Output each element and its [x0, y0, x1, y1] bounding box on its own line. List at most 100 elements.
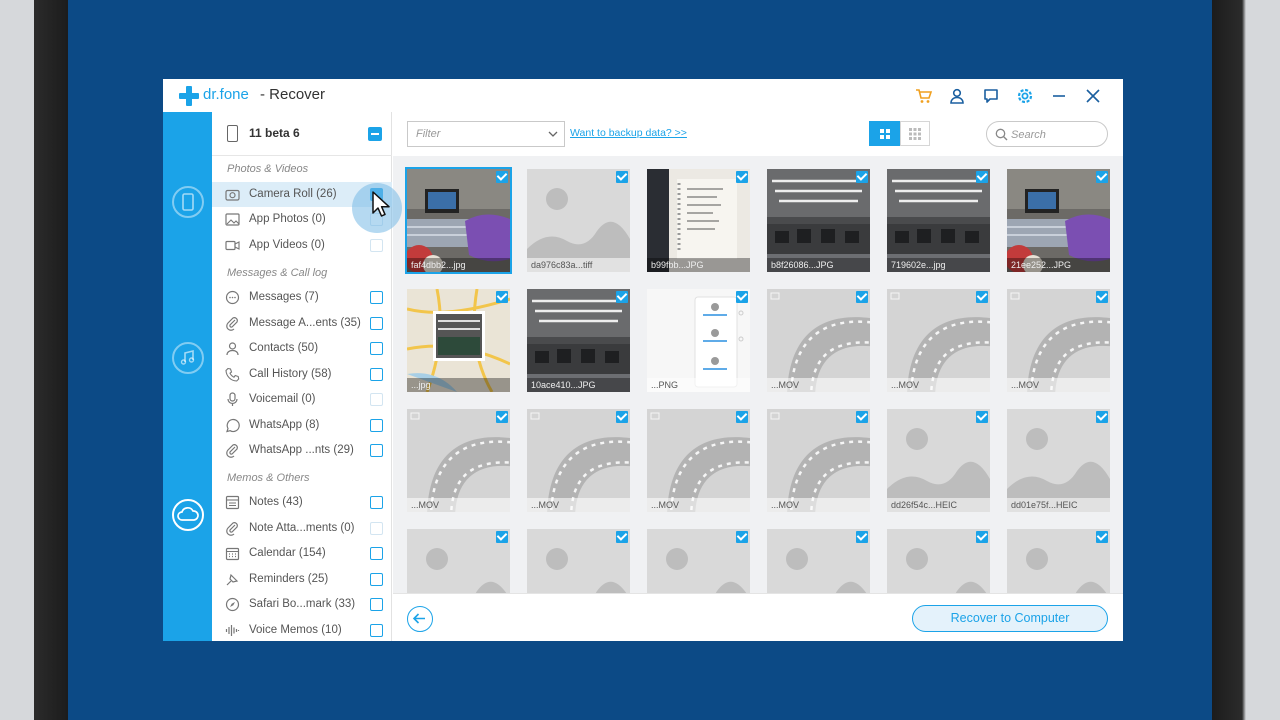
select-all-checkbox[interactable] — [368, 127, 382, 141]
thumbnail-checkbox[interactable] — [616, 411, 628, 423]
sidebar-item-app-videos[interactable]: App Videos (0) — [212, 233, 392, 258]
recover-from-device-icon[interactable] — [172, 186, 204, 218]
settings-icon[interactable] — [1015, 86, 1035, 106]
sidebar-item-voice-memos[interactable]: Voice Memos (10) — [212, 618, 392, 641]
recover-from-icloud-icon[interactable] — [172, 499, 204, 531]
video-thumbnail[interactable]: ...MOV — [407, 409, 510, 512]
thumbnail-checkbox[interactable] — [976, 171, 988, 183]
recover-to-computer-button[interactable]: Recover to Computer — [912, 605, 1108, 632]
thumbnail-checkbox[interactable] — [616, 171, 628, 183]
voicemail-checkbox[interactable] — [370, 393, 383, 406]
thumbnail-checkbox[interactable] — [856, 531, 868, 543]
paperclip-icon — [226, 444, 238, 458]
backup-link[interactable]: Want to backup data? >> — [570, 127, 687, 139]
photo-thumbnail[interactable]: b8f26086...JPG — [767, 169, 870, 272]
mouse-pointer-icon — [372, 191, 390, 217]
photo-thumbnail[interactable]: b99fbb...JPG — [647, 169, 750, 272]
photo-thumbnail[interactable] — [647, 529, 750, 593]
messages-checkbox[interactable] — [370, 291, 383, 304]
sidebar-item-note-attachments[interactable]: Note Atta...ments (0) — [212, 516, 392, 541]
photo-thumbnail[interactable] — [767, 529, 870, 593]
sidebar-item-safari-bookmark[interactable]: Safari Bo...mark (33) — [212, 592, 392, 617]
drfone-logo-icon — [179, 86, 199, 106]
calendar-checkbox[interactable] — [370, 547, 383, 560]
thumbnail-checkbox[interactable] — [736, 291, 748, 303]
sidebar-item-contacts[interactable]: Contacts (50) — [212, 336, 392, 361]
video-thumbnail[interactable]: ...MOV — [887, 289, 990, 392]
sidebar-item-calendar[interactable]: Calendar (154) — [212, 541, 392, 566]
photo-thumbnail[interactable]: faf4dbb2...jpg — [405, 167, 512, 274]
back-button[interactable] — [407, 606, 433, 632]
photo-thumbnail[interactable] — [407, 529, 510, 593]
recover-from-itunes-icon[interactable] — [172, 342, 204, 374]
thumbnail-checkbox[interactable] — [736, 171, 748, 183]
search-input[interactable] — [1011, 127, 1101, 142]
sidebar-item-message-attachments[interactable]: Message A...ents (35) — [212, 311, 392, 336]
filter-dropdown[interactable]: Filter — [407, 121, 565, 147]
photo-thumbnail[interactable]: 10ace410...JPG — [527, 289, 630, 392]
thumbnail-checkbox[interactable] — [616, 531, 628, 543]
photo-thumbnail[interactable]: da976c83a...tiff — [527, 169, 630, 272]
device-row: 11 beta 6 — [212, 112, 392, 156]
cart-icon[interactable] — [914, 86, 934, 106]
thumbnail-checkbox[interactable] — [1096, 171, 1108, 183]
reminders-checkbox[interactable] — [370, 573, 383, 586]
photo-thumbnail[interactable]: ...jpg — [407, 289, 510, 392]
photo-thumbnail[interactable]: 21ee252...JPG — [1007, 169, 1110, 272]
whatsapp-checkbox[interactable] — [370, 419, 383, 432]
thumbnail-checkbox[interactable] — [496, 171, 508, 183]
note-attachments-checkbox[interactable] — [370, 522, 383, 535]
sidebar-item-whatsapp-attachments[interactable]: WhatsApp ...nts (29) — [212, 438, 392, 463]
thumbnail-checkbox[interactable] — [856, 411, 868, 423]
call-history-checkbox[interactable] — [370, 368, 383, 381]
video-thumbnail[interactable]: ...MOV — [1007, 289, 1110, 392]
photo-thumbnail[interactable] — [527, 529, 630, 593]
message-attachments-checkbox[interactable] — [370, 317, 383, 330]
sidebar-item-notes[interactable]: Notes (43) — [212, 490, 392, 515]
thumbnail-checkbox[interactable] — [1096, 291, 1108, 303]
notes-checkbox[interactable] — [370, 496, 383, 509]
thumbnail-checkbox[interactable] — [976, 531, 988, 543]
photo-thumbnail[interactable]: dd26f54c...HEIC — [887, 409, 990, 512]
thumbnail-checkbox[interactable] — [496, 291, 508, 303]
sidebar-item-call-history[interactable]: Call History (58) — [212, 362, 392, 387]
photo-thumbnail[interactable] — [887, 529, 990, 593]
video-thumbnail[interactable]: ...MOV — [767, 409, 870, 512]
feedback-icon[interactable] — [981, 86, 1001, 106]
thumbnail-checkbox[interactable] — [616, 291, 628, 303]
photo-thumbnail[interactable] — [1007, 529, 1110, 593]
minimize-icon[interactable] — [1049, 86, 1069, 106]
thumbnail-checkbox[interactable] — [496, 531, 508, 543]
thumbnail-checkbox[interactable] — [856, 291, 868, 303]
video-thumbnail[interactable]: ...MOV — [767, 289, 870, 392]
thumbnail-checkbox[interactable] — [496, 411, 508, 423]
user-icon[interactable] — [947, 86, 967, 106]
video-thumbnail[interactable]: ...MOV — [527, 409, 630, 512]
app-videos-checkbox[interactable] — [370, 239, 383, 252]
thumbnail-checkbox[interactable] — [1096, 411, 1108, 423]
thumbnail-checkbox[interactable] — [736, 531, 748, 543]
thumbnail-checkbox[interactable] — [976, 291, 988, 303]
close-icon[interactable] — [1083, 86, 1103, 106]
photo-thumbnail[interactable]: 719602e...jpg — [887, 169, 990, 272]
thumbnail-checkbox[interactable] — [1096, 531, 1108, 543]
sidebar-item-reminders[interactable]: Reminders (25) — [212, 567, 392, 592]
video-preview — [407, 409, 510, 512]
whatsapp-attachments-checkbox[interactable] — [370, 444, 383, 457]
placeholder-image-preview — [527, 529, 630, 593]
thumbnail-checkbox[interactable] — [976, 411, 988, 423]
list-view-button[interactable] — [900, 121, 930, 146]
photo-thumbnail[interactable]: dd01e75f...HEIC — [1007, 409, 1110, 512]
thumbnail-filename: ...MOV — [767, 378, 870, 392]
safari-bookmark-checkbox[interactable] — [370, 598, 383, 611]
contacts-checkbox[interactable] — [370, 342, 383, 355]
grid-view-button[interactable] — [869, 121, 900, 146]
sidebar-item-whatsapp[interactable]: WhatsApp (8) — [212, 413, 392, 438]
video-thumbnail[interactable]: ...MOV — [647, 409, 750, 512]
sidebar-item-messages[interactable]: Messages (7) — [212, 285, 392, 310]
thumbnail-checkbox[interactable] — [856, 171, 868, 183]
photo-thumbnail[interactable]: ...PNG — [647, 289, 750, 392]
voice-memos-checkbox[interactable] — [370, 624, 383, 637]
sidebar-item-voicemail[interactable]: Voicemail (0) — [212, 387, 392, 412]
thumbnail-checkbox[interactable] — [736, 411, 748, 423]
